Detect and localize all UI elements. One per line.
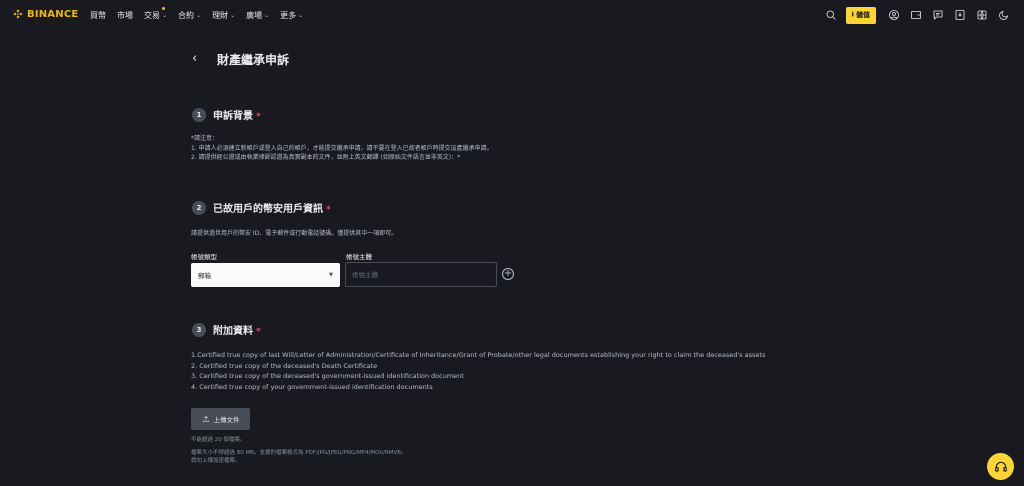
moon-icon[interactable] bbox=[997, 9, 1010, 22]
search-icon[interactable] bbox=[825, 9, 838, 22]
document-item: 1.Certified true copy of last Will/Lette… bbox=[191, 351, 766, 359]
section-additional-documents: 3 附加資料 * bbox=[192, 322, 261, 337]
upload-limit-note: 不能超過 20 個檔案。 bbox=[191, 437, 246, 443]
account-subject-input[interactable] bbox=[345, 262, 497, 287]
nav-item-square[interactable]: 廣場 ⌄ bbox=[246, 10, 269, 21]
required-mark: * bbox=[326, 205, 331, 215]
required-mark: * bbox=[256, 112, 261, 122]
upload-size-note: 檔案大小不得超過 80 MB。支援的檔案格式為 PDF/JPG/JPEG/PNG… bbox=[191, 450, 407, 456]
nav-item-label: 廣場 bbox=[246, 10, 263, 20]
user-icon[interactable] bbox=[887, 9, 900, 22]
note-line: *請注意： bbox=[191, 135, 219, 142]
app-download-icon[interactable] bbox=[953, 9, 966, 22]
required-documents-list: 1.Certified true copy of last Will/Lette… bbox=[191, 350, 765, 392]
document-item: 3. Certified true copy of the deceased's… bbox=[191, 372, 464, 380]
headset-icon bbox=[994, 461, 1007, 472]
section-title: 已故用戶的幣安用戶資訊 * bbox=[213, 200, 331, 215]
upload-label: 上傳文件 bbox=[213, 416, 240, 424]
chevron-down-icon: ⌄ bbox=[264, 11, 270, 19]
back-arrow-icon[interactable]: ‹ bbox=[192, 51, 197, 66]
plus-icon: + bbox=[503, 268, 513, 279]
brand-name: BINANCE bbox=[27, 8, 79, 20]
user-info-hint: 請提供過世用戶的幣安 ID、電子郵件或行動電話號碼。僅提供其中一項即可。 bbox=[191, 230, 398, 237]
caret-down-icon: ▼ bbox=[329, 272, 333, 278]
section-title-text: 申訴背景 bbox=[213, 111, 253, 122]
section-title-text: 已故用戶的幣安用戶資訊 bbox=[213, 204, 323, 215]
customer-support-button[interactable] bbox=[987, 453, 1014, 480]
new-badge-dot bbox=[162, 6, 166, 10]
top-navbar: BINANCE 買幣 市場 交易 ⌄ 合約 ⌄ 理財 ⌄ 廣場 ⌄ 更多 ⌄ ⭳… bbox=[0, 0, 1024, 30]
appeal-notes: *請注意： 1. 申請人必須建立新帳戶或登入自己的帳戶，才能提交繼承申請。請不要… bbox=[191, 134, 493, 163]
upload-icon bbox=[202, 415, 209, 422]
deposit-label: 儲值 bbox=[856, 11, 870, 19]
binance-logo-icon bbox=[13, 9, 23, 19]
step-number: 3 bbox=[192, 322, 206, 337]
globe-icon[interactable] bbox=[975, 9, 988, 22]
account-type-value: 郵箱 bbox=[198, 272, 211, 280]
note-line: 2. 請提供經公證或由執業律師認證為真實副本的文件，並附上英文翻譯 (如原始文件… bbox=[191, 154, 461, 161]
nav-item-futures[interactable]: 合約 ⌄ bbox=[178, 10, 201, 21]
nav-item-buy-crypto[interactable]: 買幣 bbox=[90, 10, 106, 21]
add-account-button[interactable]: + bbox=[502, 268, 514, 280]
nav-item-label: 更多 bbox=[280, 10, 297, 20]
nav-item-label: 交易 bbox=[144, 10, 160, 20]
account-type-label: 帳號類型 bbox=[191, 253, 217, 261]
section-title: 申訴背景 * bbox=[213, 107, 261, 122]
section-deceased-user-info: 2 已故用戶的幣安用戶資訊 * bbox=[192, 200, 331, 215]
wallet-icon[interactable] bbox=[909, 9, 922, 22]
section-title-text: 附加資料 bbox=[213, 326, 253, 337]
nav-item-trade[interactable]: 交易 ⌄ bbox=[144, 6, 168, 21]
document-item: 2. Certified true copy of the deceased's… bbox=[191, 361, 378, 370]
nav-item-label: 買幣 bbox=[90, 10, 106, 20]
step-number: 1 bbox=[192, 107, 206, 122]
nav-item-earn[interactable]: 理財 ⌄ bbox=[212, 10, 235, 21]
chevron-down-icon: ⌄ bbox=[298, 11, 304, 19]
upload-encryption-note: 請勿上傳加密檔案。 bbox=[191, 458, 241, 464]
account-subject-label: 帳號主體 bbox=[346, 253, 372, 261]
note-line: 1. 申請人必須建立新帳戶或登入自己的帳戶，才能提交繼承申請。請不要在登入已故者… bbox=[191, 144, 493, 152]
message-icon[interactable] bbox=[931, 9, 944, 22]
document-item: 4. Certified true copy of your governmen… bbox=[191, 382, 433, 391]
nav-actions: ⭳ 儲值 bbox=[816, 0, 1010, 30]
nav-item-label: 合約 bbox=[178, 10, 195, 20]
nav-item-more[interactable]: 更多 ⌄ bbox=[280, 10, 303, 21]
nav-links: 買幣 市場 交易 ⌄ 合約 ⌄ 理財 ⌄ 廣場 ⌄ 更多 ⌄ bbox=[90, 0, 314, 30]
nav-item-markets[interactable]: 市場 bbox=[117, 10, 133, 21]
download-icon: ⭳ bbox=[851, 9, 854, 18]
account-type-select[interactable]: 郵箱 ▼ bbox=[191, 263, 340, 287]
section-title: 附加資料 * bbox=[213, 322, 261, 337]
deposit-button[interactable]: ⭳ 儲值 bbox=[845, 6, 876, 24]
chevron-down-icon: ⌄ bbox=[196, 11, 202, 19]
required-mark: * bbox=[256, 327, 261, 337]
binance-logo[interactable]: BINANCE bbox=[12, 8, 78, 20]
step-number: 2 bbox=[192, 200, 206, 215]
nav-item-label: 市場 bbox=[117, 10, 133, 20]
upload-file-button[interactable]: 上傳文件 bbox=[191, 408, 250, 430]
chevron-down-icon: ⌄ bbox=[162, 11, 168, 19]
chevron-down-icon: ⌄ bbox=[230, 11, 236, 19]
section-appeal-background: 1 申訴背景 * bbox=[192, 107, 261, 122]
page-title: 財產繼承申訴 bbox=[217, 53, 290, 67]
nav-item-label: 理財 bbox=[212, 10, 229, 20]
